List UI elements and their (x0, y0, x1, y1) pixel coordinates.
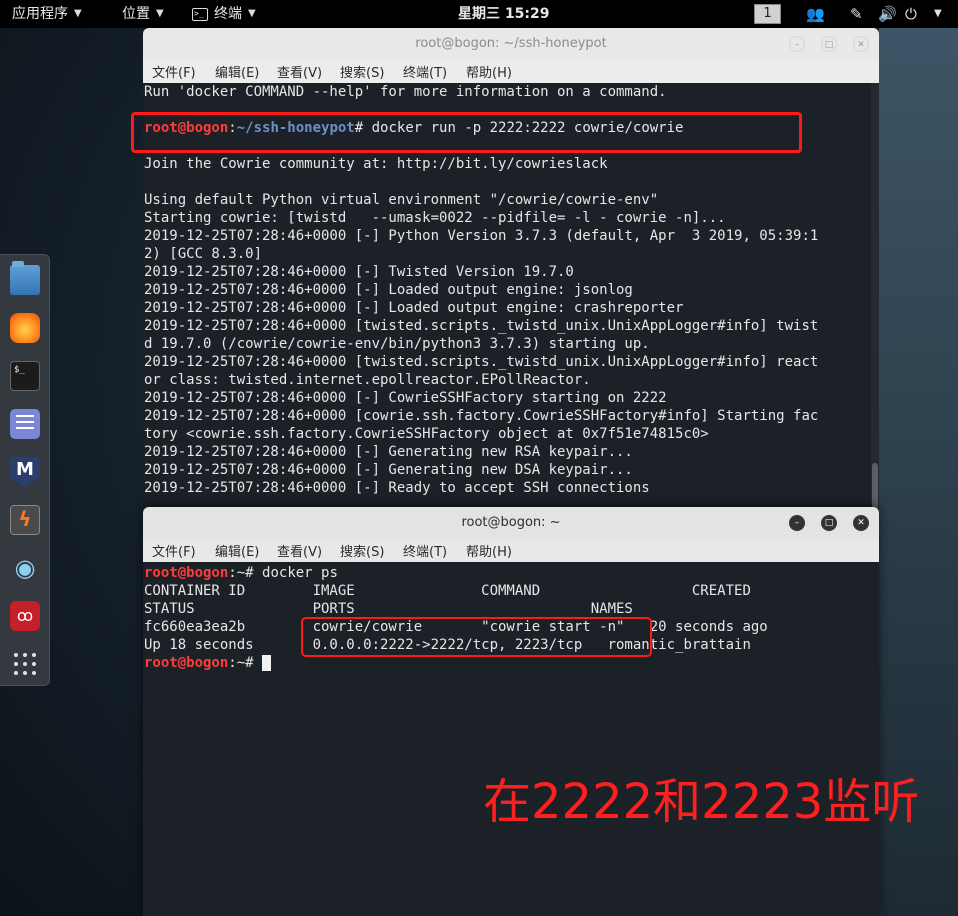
menu-edit[interactable]: 编辑(E) (215, 541, 259, 560)
applications-menu[interactable]: 应用程序 ▼ (12, 0, 82, 28)
files-icon[interactable] (10, 261, 40, 295)
terminal-app-menu[interactable]: >_ 终端 ▼ (192, 0, 256, 28)
menu-help[interactable]: 帮助(H) (466, 62, 512, 81)
metasploit-icon[interactable]: M (10, 457, 40, 487)
prompt-path: ~ (236, 565, 246, 581)
cherrytree-icon[interactable]: ꝏ (10, 601, 40, 631)
close-icon[interactable]: ✕ (853, 36, 869, 52)
terminal-app-label: 终端 (214, 6, 242, 22)
log-line: 2019-12-25T07:28:46+0000 [-] Ready to ac… (144, 480, 650, 496)
eye-icon[interactable]: ◉ (10, 553, 40, 583)
window-titlebar[interactable]: root@bogon: ~/ssh-honeypot – □ ✕ (143, 28, 879, 60)
notes-icon[interactable] (10, 409, 40, 439)
prompt-line-current: root@bogon:~# (144, 654, 272, 672)
menu-bar: 文件(F) 编辑(E) 查看(V) 搜索(S) 终端(T) 帮助(H) (143, 539, 879, 562)
terminal-window-honeypot[interactable]: root@bogon: ~/ssh-honeypot – □ ✕ 文件(F) 编… (143, 28, 879, 518)
menu-help[interactable]: 帮助(H) (466, 541, 512, 560)
log-line: 2019-12-25T07:28:46+0000 [-] Generating … (144, 444, 633, 460)
log-line: 2019-12-25T07:28:46+0000 [-] Generating … (144, 462, 633, 478)
menu-search[interactable]: 搜索(S) (340, 62, 384, 81)
prompt-line: root@bogon:~# docker ps (144, 564, 338, 582)
places-label: 位置 (122, 6, 150, 22)
terminal-window-root[interactable]: root@bogon: ~ – □ ✕ 文件(F) 编辑(E) 查看(V) 搜索… (143, 507, 879, 916)
log-line: 2019-12-25T07:28:46+0000 [twisted.script… (144, 318, 819, 334)
prompt-user: root@bogon (144, 565, 229, 581)
annotation-note: 在2222和2223监听 (483, 774, 920, 830)
burp-icon[interactable]: ϟ (10, 505, 40, 535)
top-panel: 应用程序 ▼ 位置 ▼ >_ 终端 ▼ 星期三 15:29 1 👥 ✎ 🔊 ⏻ … (0, 0, 958, 28)
log-line: 2019-12-25T07:28:46+0000 [-] Loaded outp… (144, 300, 684, 316)
scrollbar[interactable] (871, 83, 879, 518)
workspace-indicator[interactable]: 1 (754, 4, 781, 24)
minimize-icon[interactable]: – (789, 515, 805, 531)
terminal-icon: >_ (192, 7, 208, 21)
log-line: Starting cowrie: [twistd --umask=0022 --… (144, 210, 726, 226)
volume-icon[interactable]: 🔊 (878, 0, 897, 28)
dock: $_ M ϟ ◉ ꝏ (0, 254, 50, 686)
firefox-icon[interactable] (10, 313, 40, 343)
log-line: 2019-12-25T07:28:46+0000 [-] CowrieSSHFa… (144, 390, 667, 406)
clock[interactable]: 星期三 15:29 (458, 0, 549, 28)
log-line: d 19.7.0 (/cowrie/cowrie-env/bin/python3… (144, 336, 650, 352)
menu-edit[interactable]: 编辑(E) (215, 62, 259, 81)
menu-terminal[interactable]: 终端(T) (403, 541, 447, 560)
maximize-icon[interactable]: □ (821, 36, 837, 52)
menu-view[interactable]: 查看(V) (277, 62, 322, 81)
caret-down-icon: ▼ (74, 8, 82, 19)
log-line: or class: twisted.internet.epollreactor.… (144, 372, 591, 388)
output-line: Run 'docker COMMAND --help' for more inf… (144, 84, 667, 100)
window-title: root@bogon: ~ (461, 515, 561, 530)
pen-icon[interactable]: ✎ (850, 0, 863, 28)
applications-label: 应用程序 (12, 6, 68, 22)
caret-down-icon: ▼ (156, 8, 164, 19)
menu-bar: 文件(F) 编辑(E) 查看(V) 搜索(S) 终端(T) 帮助(H) (143, 60, 879, 83)
prompt-suffix: # (245, 655, 263, 671)
ps-header-2: STATUS PORTS NAMES (144, 601, 633, 617)
log-line: 2019-12-25T07:28:46+0000 [twisted.script… (144, 354, 819, 370)
window-title: root@bogon: ~/ssh-honeypot (415, 36, 607, 51)
log-line: 2019-12-25T07:28:46+0000 [-] Python Vers… (144, 228, 819, 244)
terminal-output[interactable]: root@bogon:~# docker ps CONTAINER ID IMA… (143, 562, 879, 916)
prompt-sep: : (228, 655, 237, 671)
log-line: 2019-12-25T07:28:46+0000 [cowrie.ssh.fac… (144, 408, 819, 424)
highlight-box-ports (301, 617, 652, 657)
menu-search[interactable]: 搜索(S) (340, 541, 384, 560)
text-cursor (262, 655, 272, 671)
power-icon[interactable]: ⏻ (905, 0, 917, 28)
caret-down-icon[interactable]: ▼ (934, 0, 942, 28)
ps-header-1: CONTAINER ID IMAGE COMMAND CREATED (144, 583, 751, 599)
menu-view[interactable]: 查看(V) (277, 541, 322, 560)
caret-down-icon: ▼ (248, 8, 256, 19)
window-titlebar[interactable]: root@bogon: ~ – □ ✕ (143, 507, 879, 539)
log-line: tory <cowrie.ssh.factory.CowrieSSHFactor… (144, 426, 709, 442)
app-grid-icon[interactable] (10, 649, 40, 679)
log-line: 2) [GCC 8.3.0] (144, 246, 263, 262)
prompt-path: ~ (236, 655, 246, 671)
people-icon[interactable]: 👥 (806, 0, 825, 28)
highlight-box-command (131, 112, 802, 153)
log-line: 2019-12-25T07:28:46+0000 [-] Twisted Ver… (144, 264, 574, 280)
menu-file[interactable]: 文件(F) (152, 62, 196, 81)
command-text: docker ps (262, 565, 338, 581)
maximize-icon[interactable]: □ (821, 515, 837, 531)
log-line: 2019-12-25T07:28:46+0000 [-] Loaded outp… (144, 282, 633, 298)
places-menu[interactable]: 位置 ▼ (122, 0, 164, 28)
close-icon[interactable]: ✕ (853, 515, 869, 531)
log-line: Using default Python virtual environment… (144, 192, 659, 208)
menu-file[interactable]: 文件(F) (152, 541, 196, 560)
prompt-user: root@bogon (144, 655, 229, 671)
minimize-icon[interactable]: – (789, 36, 805, 52)
menu-terminal[interactable]: 终端(T) (403, 62, 447, 81)
prompt-suffix: # (245, 565, 263, 581)
prompt-sep: : (228, 565, 237, 581)
terminal-icon[interactable]: $_ (10, 361, 40, 391)
log-line: Join the Cowrie community at: http://bit… (144, 156, 608, 172)
